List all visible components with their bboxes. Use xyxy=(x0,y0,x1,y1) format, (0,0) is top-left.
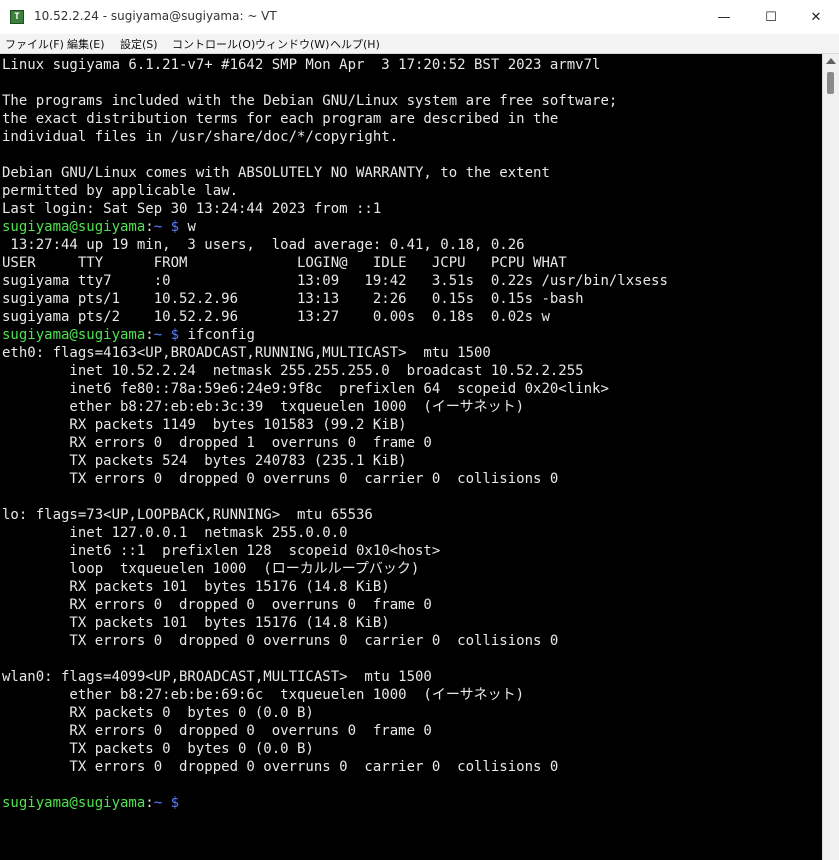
terminal-line: the exact distribution terms for each pr… xyxy=(2,111,559,127)
prompt-line: sugiyama@sugiyama:~ $ ifconfig xyxy=(2,326,255,344)
prompt-line: sugiyama@sugiyama:~ $ w xyxy=(2,218,196,236)
menu-edit[interactable]: 編集(E) xyxy=(67,36,105,52)
prompt-dollar: $ xyxy=(170,795,180,811)
prompt-dollar: $ xyxy=(170,327,180,343)
terminal-line: ether b8:27:eb:be:69:6c txqueuelen 1000 … xyxy=(2,687,525,703)
terminal-line: sugiyama tty7 :0 13:09 19:42 3.51s 0.22s… xyxy=(2,273,668,289)
prompt-line: sugiyama@sugiyama:~ $ xyxy=(2,794,179,812)
command-text: ifconfig xyxy=(179,327,255,343)
terminal-line: inet6 fe80::78a:59e6:24e9:9f8c prefixlen… xyxy=(2,381,609,397)
prompt-dollar: $ xyxy=(170,219,180,235)
terminal-line: wlan0: flags=4099<UP,BROADCAST,MULTICAST… xyxy=(2,669,432,685)
close-icon: ✕ xyxy=(810,9,822,25)
prompt-separator: : xyxy=(145,219,154,235)
terminal-line: Debian GNU/Linux comes with ABSOLUTELY N… xyxy=(2,165,550,181)
terminal-line: Last login: Sat Sep 30 13:24:44 2023 fro… xyxy=(2,201,382,217)
teraterm-app-icon[interactable]: T xyxy=(10,10,24,24)
terminal-line: individual files in /usr/share/doc/*/cop… xyxy=(2,129,399,145)
menu-bar: ファイル(F) 編集(E) 設定(S) コントロール(O) ウィンドウ(W) ヘ… xyxy=(0,34,839,54)
terminal-line: ether b8:27:eb:eb:3c:39 txqueuelen 1000 … xyxy=(2,399,525,415)
terminal-line: RX packets 101 bytes 15176 (14.8 KiB) xyxy=(2,579,390,595)
terminal-line: inet 10.52.2.24 netmask 255.255.255.0 br… xyxy=(2,363,584,379)
prompt-separator: : xyxy=(145,327,154,343)
terminal-line: The programs included with the Debian GN… xyxy=(2,93,618,109)
menu-settings[interactable]: 設定(S) xyxy=(120,36,158,52)
terminal-line: 13:27:44 up 19 min, 3 users, load averag… xyxy=(2,237,525,253)
terminal-line: eth0: flags=4163<UP,BROADCAST,RUNNING,MU… xyxy=(2,345,491,361)
prompt-user-host: sugiyama@sugiyama xyxy=(2,219,146,235)
prompt-user-host: sugiyama@sugiyama xyxy=(2,327,146,343)
prompt-user-host: sugiyama@sugiyama xyxy=(2,795,146,811)
terminal-line: TX errors 0 dropped 0 overruns 0 carrier… xyxy=(2,471,559,487)
terminal-line: inet6 ::1 prefixlen 128 scopeid 0x10<hos… xyxy=(2,543,441,559)
command-text: w xyxy=(179,219,196,235)
prompt-separator: : xyxy=(145,795,154,811)
terminal-line: TX errors 0 dropped 0 overruns 0 carrier… xyxy=(2,759,559,775)
menu-help[interactable]: ヘルプ(H) xyxy=(330,36,380,52)
terminal-line: TX packets 0 bytes 0 (0.0 B) xyxy=(2,741,314,757)
menu-window[interactable]: ウィンドウ(W) xyxy=(255,36,329,52)
vertical-scrollbar[interactable] xyxy=(822,54,839,860)
menu-file[interactable]: ファイル(F) xyxy=(5,36,64,52)
terminal-line: TX packets 524 bytes 240783 (235.1 KiB) xyxy=(2,453,407,469)
prompt-path: ~ xyxy=(153,219,163,235)
terminal-line: RX errors 0 dropped 0 overruns 0 frame 0 xyxy=(2,597,432,613)
window-title: 10.52.2.24 - sugiyama@sugiyama: ~ VT xyxy=(34,9,277,23)
prompt-path: ~ xyxy=(153,327,163,343)
terminal-line: TX errors 0 dropped 0 overruns 0 carrier… xyxy=(2,633,559,649)
terminal-area[interactable]: Linux sugiyama 6.1.21-v7+ #1642 SMP Mon … xyxy=(0,54,822,860)
terminal-line: lo: flags=73<UP,LOOPBACK,RUNNING> mtu 65… xyxy=(2,507,373,523)
maximize-button[interactable]: ☐ xyxy=(748,0,794,34)
terminal-line: RX packets 1149 bytes 101583 (99.2 KiB) xyxy=(2,417,407,433)
scrollbar-thumb[interactable] xyxy=(827,72,834,94)
menu-control[interactable]: コントロール(O) xyxy=(172,36,255,52)
title-bar[interactable]: T 10.52.2.24 - sugiyama@sugiyama: ~ VT —… xyxy=(0,0,839,35)
terminal-line: USER TTY FROM LOGIN@ IDLE JCPU PCPU WHAT xyxy=(2,255,567,271)
terminal-line: RX errors 0 dropped 1 overruns 0 frame 0 xyxy=(2,435,432,451)
scroll-up-arrow-icon[interactable] xyxy=(826,58,836,64)
terminal-line: TX packets 101 bytes 15176 (14.8 KiB) xyxy=(2,615,390,631)
terminal-line: RX packets 0 bytes 0 (0.0 B) xyxy=(2,705,314,721)
terminal-line: sugiyama pts/1 10.52.2.96 13:13 2:26 0.1… xyxy=(2,291,584,307)
terminal-line: loop txqueuelen 1000 (ローカルループバック) xyxy=(2,561,420,577)
terminal-line: permitted by applicable law. xyxy=(2,183,239,199)
terminal-line: RX errors 0 dropped 0 overruns 0 frame 0 xyxy=(2,723,432,739)
terminal-line: inet 127.0.0.1 netmask 255.0.0.0 xyxy=(2,525,348,541)
close-button[interactable]: ✕ xyxy=(793,0,839,34)
prompt-path: ~ xyxy=(153,795,163,811)
minimize-button[interactable]: — xyxy=(701,0,747,34)
terminal-line: Linux sugiyama 6.1.21-v7+ #1642 SMP Mon … xyxy=(2,57,601,73)
minimize-icon: — xyxy=(717,9,731,25)
terminal-line: sugiyama pts/2 10.52.2.96 13:27 0.00s 0.… xyxy=(2,309,550,325)
maximize-icon: ☐ xyxy=(765,9,777,25)
